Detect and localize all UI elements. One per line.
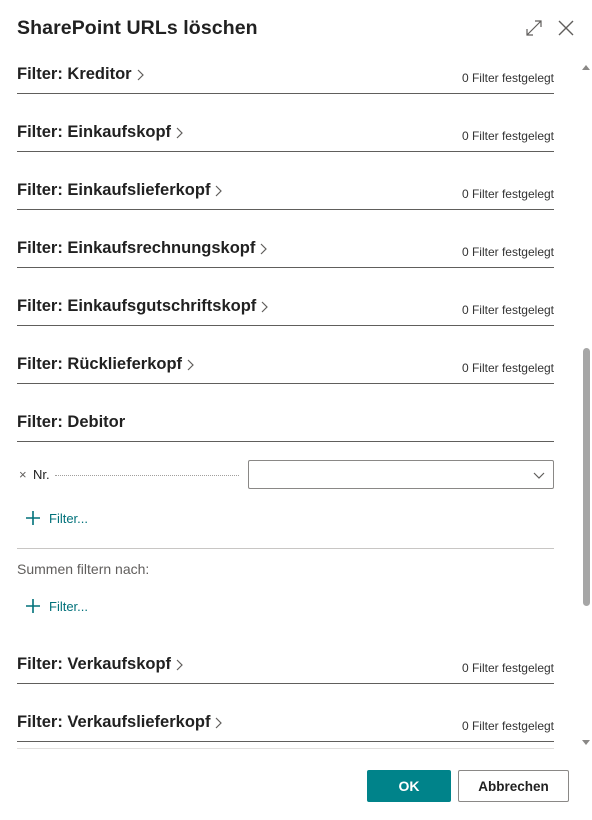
group-title-debitor[interactable]: Filter: Debitor xyxy=(17,413,125,432)
chevron-right-icon xyxy=(176,127,183,138)
cancel-button-label: Abbrechen xyxy=(478,778,549,794)
dialog-title: SharePoint URLs löschen xyxy=(17,17,258,39)
ok-button[interactable]: OK xyxy=(367,770,451,802)
dotted-leader xyxy=(55,475,239,476)
scrollbar-thumb[interactable] xyxy=(583,348,590,606)
chevron-right-icon xyxy=(137,69,144,80)
dialog-content: Filter: Kreditor 0 Filter festgelegt Fil… xyxy=(0,56,580,748)
group-verkaufskopf: Filter: Verkaufskopf 0 Filter festgelegt xyxy=(17,648,554,684)
chevron-right-icon xyxy=(216,185,223,196)
nr-filter-select[interactable] xyxy=(248,460,554,489)
group-title-einkaufskopf[interactable]: Filter: Einkaufskopf xyxy=(17,123,184,142)
scrollbar[interactable] xyxy=(580,56,592,748)
group-title-verkaufslieferkopf[interactable]: Filter: Verkaufslieferkopf xyxy=(17,713,223,732)
group-status: 0 Filter festgelegt xyxy=(461,361,554,375)
group-einkaufslieferkopf: Filter: Einkaufslieferkopf 0 Filter fest… xyxy=(17,174,554,210)
group-title-ruecklieferkopf[interactable]: Filter: Rücklieferkopf xyxy=(17,355,195,374)
close-icon[interactable] xyxy=(554,16,578,40)
group-status: 0 Filter festgelegt xyxy=(461,187,554,201)
chevron-right-icon xyxy=(187,359,194,370)
chevron-right-icon xyxy=(216,717,223,728)
chevron-right-icon xyxy=(176,659,183,670)
add-filter-label: Filter... xyxy=(49,510,89,526)
group-einkaufskopf: Filter: Einkaufskopf 0 Filter festgelegt xyxy=(17,116,554,152)
field-label-nr: Nr. xyxy=(33,467,50,482)
group-kreditor: Filter: Kreditor 0 Filter festgelegt xyxy=(17,58,554,94)
footer-divider xyxy=(17,748,554,749)
add-sum-filter-button[interactable]: Filter... xyxy=(25,598,88,614)
group-title-kreditor[interactable]: Filter: Kreditor xyxy=(17,65,145,84)
group-status: 0 Filter festgelegt xyxy=(461,303,554,317)
group-title-einkaufsrechnungskopf[interactable]: Filter: Einkaufsrechnungskopf xyxy=(17,239,268,258)
group-title-einkaufsgutschriftskopf[interactable]: Filter: Einkaufsgutschriftskopf xyxy=(17,297,269,316)
plus-icon xyxy=(26,511,40,525)
scroll-down-icon[interactable] xyxy=(582,738,590,746)
remove-filter-icon[interactable]: × xyxy=(19,467,27,482)
group-title-einkaufslieferkopf[interactable]: Filter: Einkaufslieferkopf xyxy=(17,181,223,200)
chevron-down-icon xyxy=(533,472,545,479)
expand-icon[interactable] xyxy=(522,16,546,40)
plus-icon xyxy=(26,599,40,613)
group-einkaufsrechnungskopf: Filter: Einkaufsrechnungskopf 0 Filter f… xyxy=(17,232,554,268)
add-filter-button[interactable]: Filter... xyxy=(25,510,88,526)
dialog-header: SharePoint URLs löschen xyxy=(17,14,578,44)
group-einkaufsgutschriftskopf: Filter: Einkaufsgutschriftskopf 0 Filter… xyxy=(17,290,554,326)
group-verkaufslieferkopf: Filter: Verkaufslieferkopf 0 Filter fest… xyxy=(17,706,554,742)
add-sum-filter-label: Filter... xyxy=(49,598,89,614)
group-status: 0 Filter festgelegt xyxy=(461,129,554,143)
filter-row-nr: × Nr. xyxy=(17,460,554,490)
group-status: 0 Filter festgelegt xyxy=(461,661,554,675)
group-status: 0 Filter festgelegt xyxy=(461,71,554,85)
dialog: SharePoint URLs löschen Filter: Kreditor… xyxy=(0,0,592,820)
chevron-right-icon xyxy=(260,243,268,254)
group-status: 0 Filter festgelegt xyxy=(461,719,554,733)
scroll-up-icon[interactable] xyxy=(582,64,590,72)
group-title-verkaufskopf[interactable]: Filter: Verkaufskopf xyxy=(17,655,184,674)
sum-filter-label: Summen filtern nach: xyxy=(17,561,150,577)
group-status: 0 Filter festgelegt xyxy=(461,245,554,259)
cancel-button[interactable]: Abbrechen xyxy=(458,770,569,802)
group-ruecklieferkopf: Filter: Rücklieferkopf 0 Filter festgele… xyxy=(17,348,554,384)
group-debitor: Filter: Debitor xyxy=(17,406,554,442)
chevron-right-icon xyxy=(261,301,269,312)
separator xyxy=(17,548,554,549)
